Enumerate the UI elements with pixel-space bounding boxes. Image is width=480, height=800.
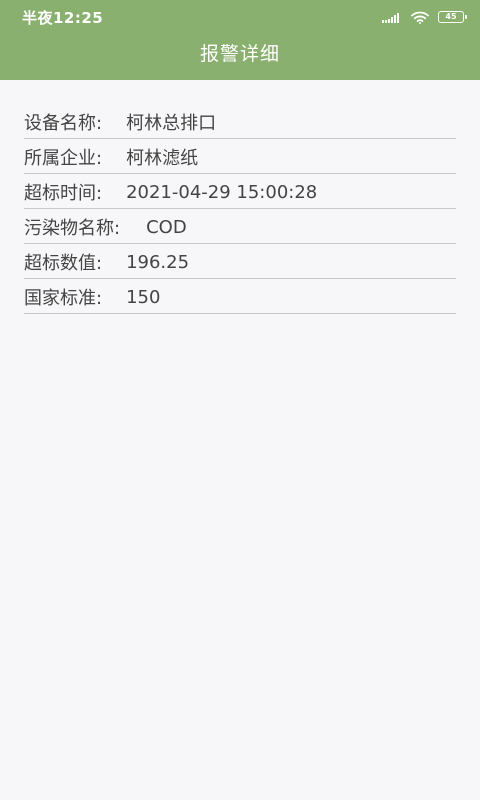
exceed-time-label: 超标时间: xyxy=(24,183,103,204)
page-title: 报警详细 xyxy=(199,43,280,65)
status-bar: 半夜12:25 45 xyxy=(0,0,480,34)
national-standard-label: 国家标准: xyxy=(24,288,103,309)
pollutant-value: COD xyxy=(146,216,187,238)
device-name-label: 设备名称: xyxy=(24,113,103,134)
status-time: 半夜12:25 xyxy=(22,8,104,27)
exceed-time-value: 2021-04-29 15:00:28 xyxy=(126,181,318,203)
detail-row-exceed-time: 超标时间: 2021-04-29 15:00:28 xyxy=(24,174,456,209)
company-label: 所属企业: xyxy=(24,148,103,169)
battery-level: 45 xyxy=(445,12,457,21)
detail-row-company: 所属企业: 柯林滤纸 xyxy=(24,139,456,174)
detail-list: 设备名称: 柯林总排口 所属企业: 柯林滤纸 超标时间: 2021-04-29 … xyxy=(24,104,456,314)
detail-row-device-name: 设备名称: 柯林总排口 xyxy=(24,104,456,139)
alarm-detail-screen: 半夜12:25 45 报警详细 设备名称: 柯林总排口 所属企业: 柯林滤纸 超… xyxy=(0,0,480,800)
signal-bars-icon xyxy=(382,11,402,23)
app-bar: 半夜12:25 45 报警详细 xyxy=(0,0,480,80)
wifi-icon xyxy=(411,11,429,24)
detail-row-exceed-value: 超标数值: 196.25 xyxy=(24,244,456,279)
pollutant-label: 污染物名称: xyxy=(24,218,121,239)
national-standard-value: 150 xyxy=(126,286,161,308)
exceed-value-value: 196.25 xyxy=(126,251,190,273)
company-value: 柯林滤纸 xyxy=(126,148,199,169)
status-icons: 45 xyxy=(382,11,467,24)
exceed-value-label: 超标数值: xyxy=(24,253,103,274)
detail-row-national-standard: 国家标准: 150 xyxy=(24,279,456,314)
device-name-value: 柯林总排口 xyxy=(126,113,217,134)
detail-row-pollutant: 污染物名称: COD xyxy=(24,209,456,244)
battery-icon: 45 xyxy=(438,11,467,23)
